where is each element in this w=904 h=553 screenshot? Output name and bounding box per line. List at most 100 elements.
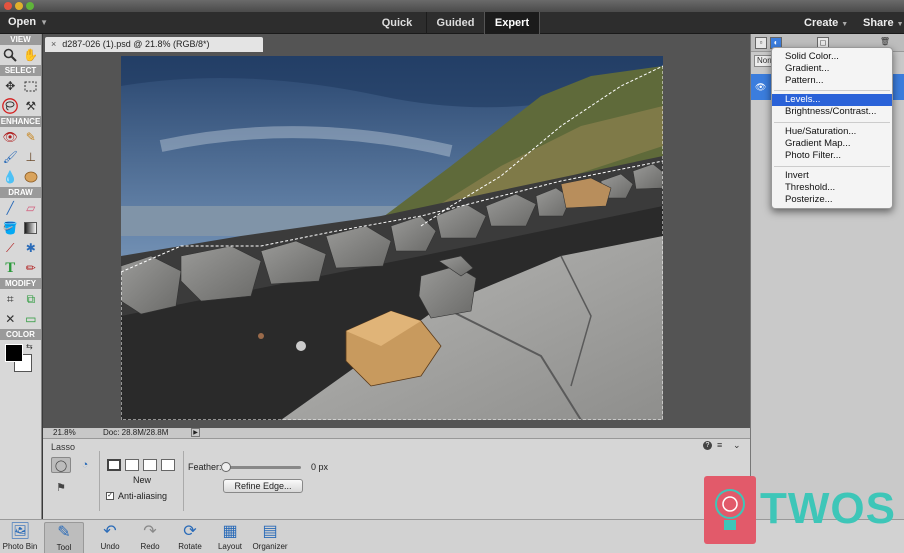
tool-row: ✥ xyxy=(0,76,41,96)
marquee-tool-icon[interactable] xyxy=(23,78,39,94)
help-icon[interactable]: ? xyxy=(703,441,712,450)
undo-button[interactable]: ↶ Undo xyxy=(90,522,130,551)
status-menu-arrow-icon[interactable]: ▶ xyxy=(191,428,200,437)
mode-guided-tab[interactable]: Guided xyxy=(426,12,484,34)
refine-edge-button[interactable]: Refine Edge... xyxy=(223,479,303,493)
tool-row: 👁 ✎ xyxy=(0,127,41,147)
zoom-level: 21.8% xyxy=(53,428,76,437)
watermark-text: TWOS xyxy=(760,484,896,533)
layout-button[interactable]: ▦ Layout xyxy=(210,522,250,551)
menu-item-brightness-contrast[interactable]: Brightness/Contrast... xyxy=(772,106,892,118)
anti-aliasing-label: Anti-aliasing xyxy=(118,491,168,501)
section-label-modify: MODIFY xyxy=(0,278,41,289)
open-button[interactable]: Open ▼ xyxy=(8,16,48,28)
menu-divider xyxy=(774,90,890,91)
photo-bin-icon: 🖼 xyxy=(9,523,31,540)
swap-colors-icon[interactable]: ⇆ xyxy=(26,342,33,351)
divider xyxy=(99,451,100,511)
tool-row: ╱ ▱ xyxy=(0,198,41,218)
subtract-selection-mode-button[interactable] xyxy=(143,459,157,471)
mode-expert-tab[interactable]: Expert xyxy=(484,12,540,34)
close-tab-icon[interactable]: × xyxy=(51,39,56,49)
gradient-tool-icon[interactable] xyxy=(23,220,39,236)
document-tab-title: d287-026 (1).psd @ 21.8% (RGB/8*) xyxy=(62,39,210,49)
spot-healing-tool-icon[interactable]: ✎ xyxy=(23,129,39,145)
hand-tool-icon[interactable]: ✋ xyxy=(23,47,39,63)
paint-bucket-tool-icon[interactable]: 🪣 xyxy=(2,220,18,236)
redo-button[interactable]: ↷ Redo xyxy=(130,522,170,551)
watermark-lightbulb-icon xyxy=(704,476,756,544)
feather-value: 0 px xyxy=(311,462,329,472)
menu-item-threshold[interactable]: Threshold... xyxy=(772,182,892,194)
recompose-tool-icon[interactable]: ⧉ xyxy=(23,291,39,307)
menu-item-gradient-map[interactable]: Gradient Map... xyxy=(772,138,892,150)
image-canvas[interactable] xyxy=(121,56,663,420)
menu-item-photo-filter[interactable]: Photo Filter... xyxy=(772,150,892,162)
menu-item-posterize[interactable]: Posterize... xyxy=(772,194,892,206)
feather-slider-handle[interactable] xyxy=(221,462,231,472)
tool-row: ⚒ xyxy=(0,96,41,116)
top-menu-bar: Open ▼ Quick Guided Expert Create ▼ Share ▼ xyxy=(0,12,904,34)
divider xyxy=(183,451,184,511)
zoom-tool-icon[interactable] xyxy=(2,47,18,63)
watermark-logo: TWOS xyxy=(704,470,904,553)
section-label-color: COLOR xyxy=(0,329,41,340)
menu-divider xyxy=(774,122,890,123)
minimize-window-button[interactable] xyxy=(15,2,23,10)
document-tab[interactable]: × d287-026 (1).psd @ 21.8% (RGB/8*) xyxy=(45,37,263,52)
pencil-tool-icon[interactable]: ✏ xyxy=(23,260,39,276)
foreground-color-swatch[interactable] xyxy=(5,344,23,362)
options-menu-icon[interactable]: ≡ xyxy=(717,440,722,450)
eyedropper-tool-icon[interactable]: ⟋ xyxy=(2,240,18,256)
document-status-bar: 21.8% Doc: 28.8M/28.8M ▶ xyxy=(43,428,750,438)
type-tool-icon[interactable]: T xyxy=(2,260,18,276)
photo-bin-button[interactable]: 🖼 Photo Bin xyxy=(0,522,40,551)
lasso-option-icon[interactable]: ◯ xyxy=(51,457,71,473)
add-selection-mode-button[interactable] xyxy=(125,459,139,471)
app-window: Open ▼ Quick Guided Expert Create ▼ Share ▼… xyxy=(0,0,904,553)
chevron-down-icon: ▼ xyxy=(896,21,904,28)
anti-aliasing-checkbox[interactable]: ✓ xyxy=(106,492,114,500)
menu-item-solid-color[interactable]: Solid Color... xyxy=(772,51,892,63)
menu-item-gradient[interactable]: Gradient... xyxy=(772,63,892,75)
new-selection-mode-button[interactable] xyxy=(107,459,121,471)
create-button[interactable]: Create ▼ xyxy=(804,17,848,29)
share-button[interactable]: Share ▼ xyxy=(863,17,904,29)
clone-stamp-tool-icon[interactable]: ⊥ xyxy=(23,149,39,165)
menu-item-levels[interactable]: Levels... xyxy=(772,94,892,106)
intersect-selection-mode-button[interactable] xyxy=(161,459,175,471)
custom-shape-tool-icon[interactable]: ✱ xyxy=(23,240,39,256)
organizer-icon: ▤ xyxy=(262,523,278,540)
tool-options-button[interactable]: ✎Tool Options xyxy=(44,522,84,553)
new-layer-icon[interactable]: ▫ xyxy=(755,37,767,49)
eye-icon[interactable]: 👁 xyxy=(755,82,766,93)
rotate-button[interactable]: ⟳ Rotate xyxy=(170,522,210,551)
blur-tool-icon[interactable]: 💧 xyxy=(2,169,18,185)
magnetic-lasso-option-icon[interactable]: ◔ xyxy=(75,457,95,473)
mode-quick-tab[interactable]: Quick xyxy=(368,12,426,34)
menu-item-hue-saturation[interactable]: Hue/Saturation... xyxy=(772,126,892,138)
lasso-tool-icon[interactable] xyxy=(2,98,19,114)
sponge-tool-icon[interactable] xyxy=(23,169,39,185)
straighten-tool-icon[interactable]: ▭ xyxy=(23,311,39,327)
tool-row: 🖌 ⊥ xyxy=(0,147,41,167)
feather-slider-track[interactable] xyxy=(225,466,301,469)
close-window-button[interactable] xyxy=(4,2,12,10)
eraser-tool-icon[interactable]: ▱ xyxy=(23,200,39,216)
tool-row: 💧 xyxy=(0,167,41,187)
organizer-button[interactable]: ▤ Organizer xyxy=(250,522,290,551)
magic-wand-tool-icon[interactable]: ⚒ xyxy=(23,98,39,114)
move-tool-icon[interactable]: ✥ xyxy=(2,78,18,94)
polygonal-lasso-option-icon[interactable]: ⚑ xyxy=(51,479,71,495)
menu-item-invert[interactable]: Invert xyxy=(772,170,892,182)
document-size: Doc: 28.8M/28.8M xyxy=(103,428,169,437)
content-aware-move-tool-icon[interactable]: ✕ xyxy=(2,311,18,327)
smart-brush-tool-icon[interactable]: 🖌 xyxy=(2,149,18,165)
red-eye-tool-icon[interactable]: 👁 xyxy=(2,129,18,145)
brush-tool-icon[interactable]: ╱ xyxy=(2,200,18,216)
menu-item-pattern[interactable]: Pattern... xyxy=(772,75,892,87)
collapse-chevron-icon[interactable]: ⌄ xyxy=(733,440,741,451)
zoom-window-button[interactable] xyxy=(26,2,34,10)
rotate-icon: ⟳ xyxy=(183,523,197,540)
crop-tool-icon[interactable]: ⌗ xyxy=(2,291,18,307)
